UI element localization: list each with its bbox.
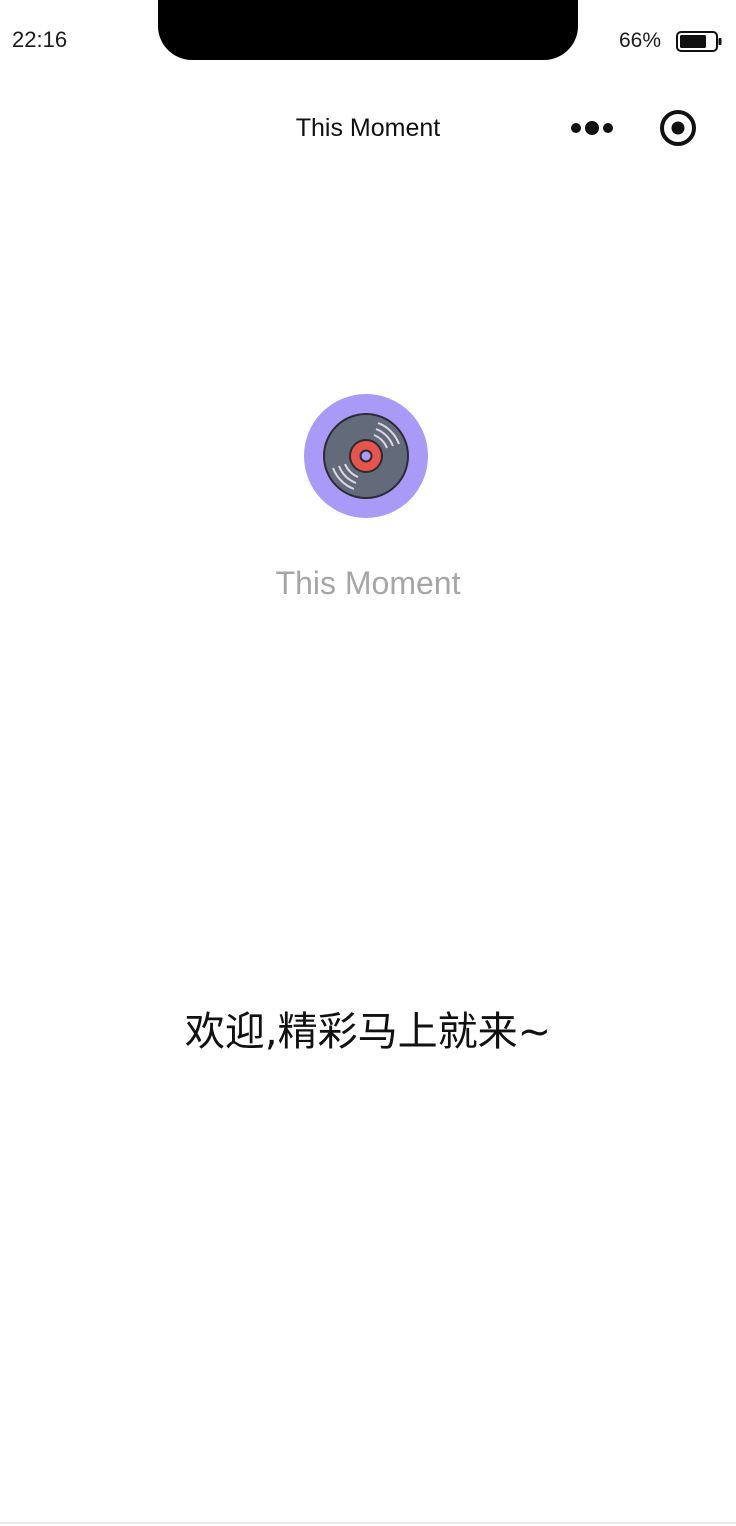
battery-icon xyxy=(676,31,722,52)
bottom-divider xyxy=(0,1522,736,1524)
camera-notch xyxy=(158,0,578,60)
navigation-bar: This Moment xyxy=(0,80,736,176)
vinyl-record-icon xyxy=(304,394,428,518)
more-dots-icon[interactable] xyxy=(566,116,618,140)
battery-percentage: 66% xyxy=(619,29,662,52)
app-name-label: This Moment xyxy=(275,565,461,601)
status-bar: 22:16 66% xyxy=(0,0,736,80)
welcome-message: 欢迎,精彩马上就来~ xyxy=(184,1009,552,1055)
page-title: This Moment xyxy=(295,114,441,142)
target-close-icon[interactable] xyxy=(658,108,698,148)
status-time: 22:16 xyxy=(12,27,68,52)
